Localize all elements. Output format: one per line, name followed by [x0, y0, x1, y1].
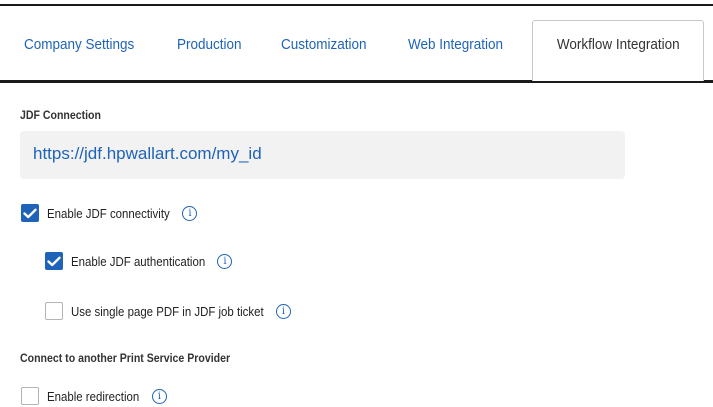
enable-redirection-label: Enable redirection [47, 388, 140, 404]
jdf-url-field[interactable]: https://jdf.hpwallart.com/my_id [20, 131, 625, 179]
top-divider [0, 4, 713, 6]
tab-company-settings[interactable]: Company Settings [24, 36, 134, 53]
info-icon[interactable]: i [151, 388, 167, 404]
enable-jdf-authentication-checkbox[interactable] [45, 252, 63, 270]
checkmark-icon [47, 256, 61, 266]
jdf-connection-title: JDF Connection [20, 108, 101, 122]
checkmark-icon [23, 208, 37, 218]
tab-web-integration[interactable]: Web Integration [408, 36, 503, 53]
info-icon[interactable]: i [182, 205, 198, 221]
jdf-url-value: https://jdf.hpwallart.com/my_id [33, 144, 262, 163]
tab-workflow-integration[interactable]: Workflow Integration [532, 20, 704, 81]
enable-jdf-connectivity-checkbox[interactable] [21, 204, 39, 222]
settings-page: Company Settings Production Customizatio… [0, 0, 713, 407]
enable-jdf-connectivity-label: Enable JDF connectivity [47, 205, 170, 221]
info-icon[interactable]: i [217, 253, 233, 269]
enable-redirection-option: Enable redirection i [21, 386, 167, 406]
info-icon[interactable]: i [275, 303, 291, 319]
tab-customization[interactable]: Customization [281, 36, 367, 53]
tab-production[interactable]: Production [177, 36, 242, 53]
enable-jdf-connectivity-option: Enable JDF connectivity i [21, 203, 198, 223]
single-page-pdf-checkbox[interactable] [45, 302, 63, 320]
tab-bar: Company Settings Production Customizatio… [0, 20, 713, 81]
connect-provider-title: Connect to another Print Service Provide… [20, 351, 231, 365]
enable-redirection-checkbox[interactable] [21, 387, 39, 405]
tab-workflow-integration-label: Workflow Integration [556, 36, 680, 53]
single-page-pdf-label: Use single page PDF in JDF job ticket [71, 303, 264, 319]
enable-jdf-authentication-option: Enable JDF authentication i [45, 251, 233, 271]
enable-jdf-authentication-label: Enable JDF authentication [71, 253, 206, 269]
single-page-pdf-option: Use single page PDF in JDF job ticket i [45, 301, 291, 321]
